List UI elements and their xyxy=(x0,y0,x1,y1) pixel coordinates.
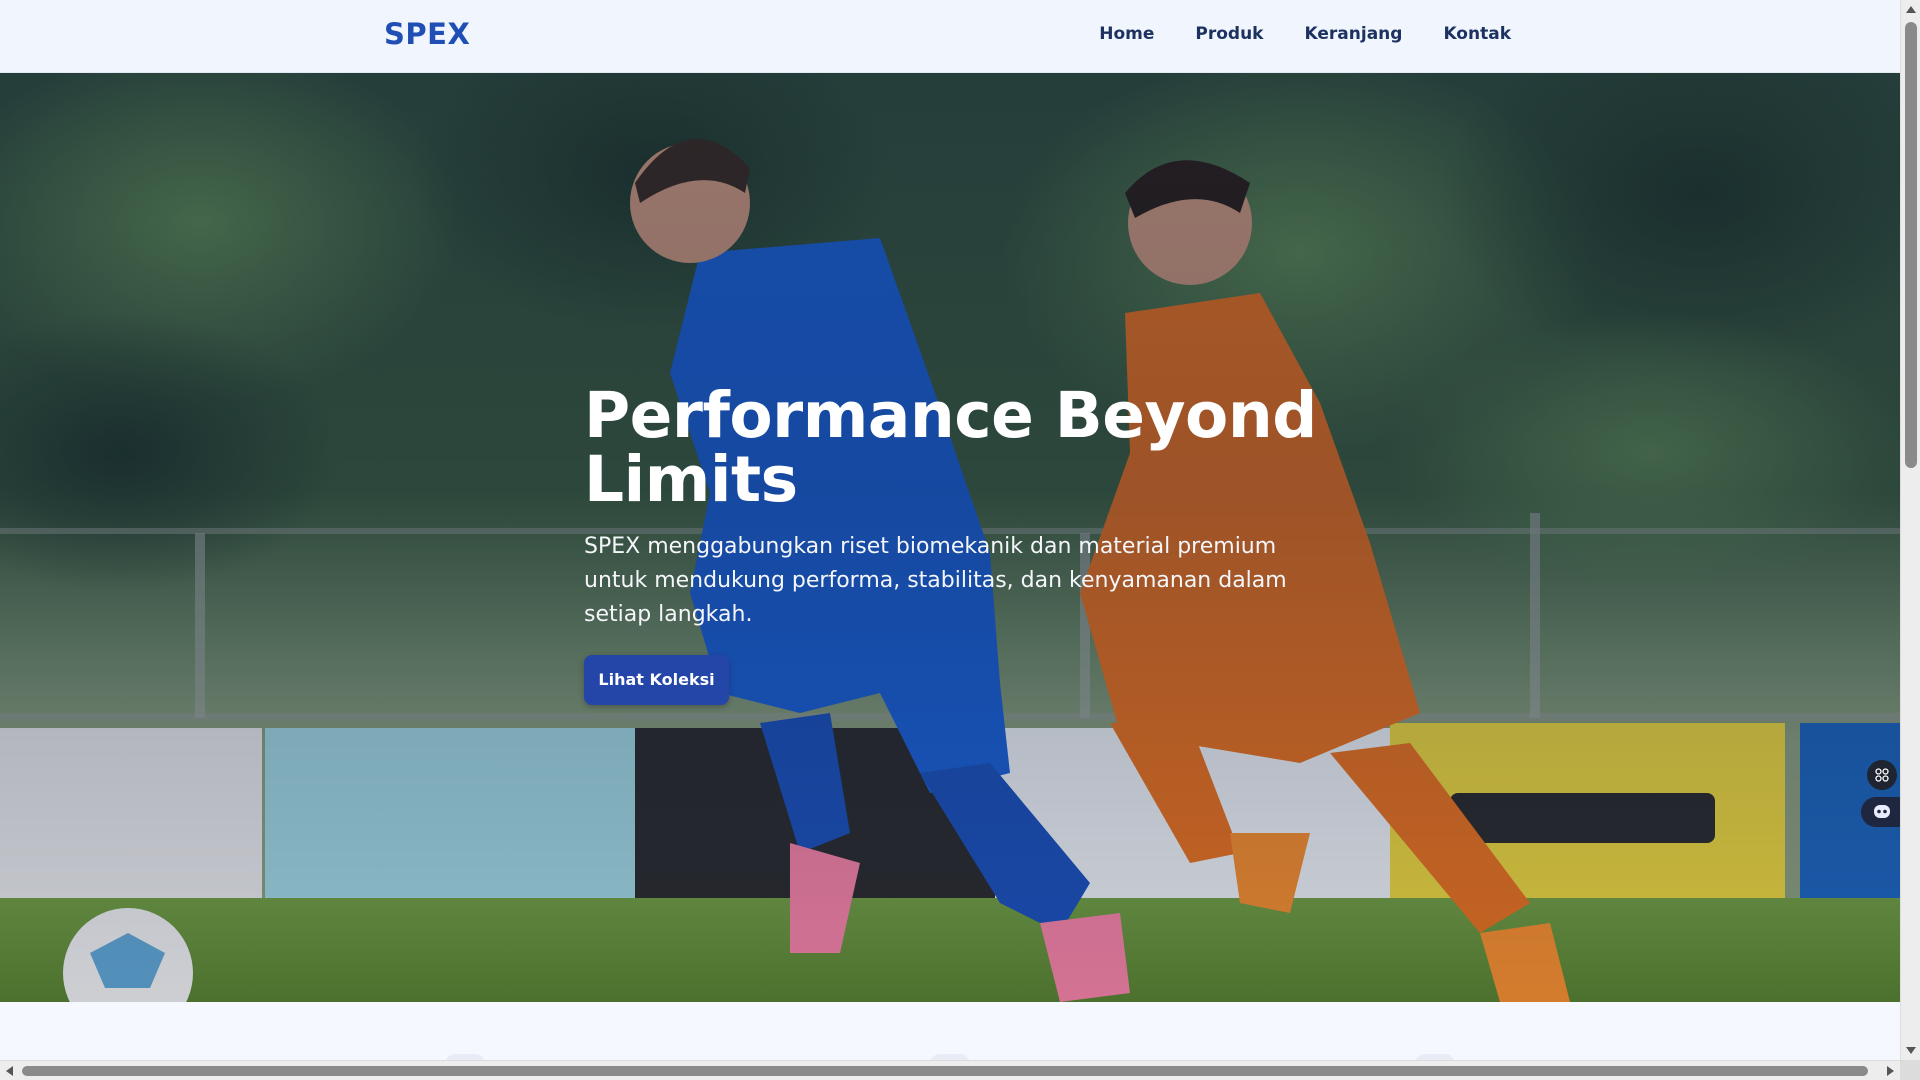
nav-link-kontak[interactable]: Kontak xyxy=(1443,24,1511,44)
view-collection-button[interactable]: Lihat Koleksi xyxy=(584,655,729,705)
horizontal-scroll-thumb[interactable] xyxy=(22,1066,1868,1076)
brand-logo[interactable]: SPEX xyxy=(384,17,470,51)
hero-section: Performance Beyond Limits SPEX menggabun… xyxy=(0,73,1900,1002)
hero-title: Performance Beyond Limits xyxy=(584,379,1317,516)
nav-links: Home Produk Keranjang Kontak xyxy=(1099,24,1511,44)
scroll-left-arrow-icon[interactable] xyxy=(3,1064,17,1078)
page-viewport: SPEX Home Produk Keranjang Kontak Perfor… xyxy=(0,0,1900,1060)
grid-icon[interactable] xyxy=(1867,760,1897,790)
nav-link-home[interactable]: Home xyxy=(1099,24,1154,44)
vertical-scrollbar[interactable] xyxy=(1900,0,1920,1060)
chat-bot-icon[interactable] xyxy=(1861,797,1900,827)
navbar: SPEX Home Produk Keranjang Kontak xyxy=(0,0,1900,73)
scroll-up-arrow-icon[interactable] xyxy=(1904,3,1918,17)
scroll-down-arrow-icon[interactable] xyxy=(1904,1043,1918,1057)
horizontal-scrollbar[interactable] xyxy=(0,1060,1900,1080)
scrollbar-corner xyxy=(1900,1060,1920,1080)
vertical-scroll-thumb[interactable] xyxy=(1905,22,1917,468)
hero-description: SPEX menggabungkan riset biomekanik dan … xyxy=(584,534,1287,627)
nav-link-produk[interactable]: Produk xyxy=(1195,24,1263,44)
scroll-right-arrow-icon[interactable] xyxy=(1883,1064,1897,1078)
next-section xyxy=(0,1002,1900,1060)
nav-link-keranjang[interactable]: Keranjang xyxy=(1305,24,1403,44)
hero-content: Performance Beyond Limits SPEX menggabun… xyxy=(584,384,1344,705)
